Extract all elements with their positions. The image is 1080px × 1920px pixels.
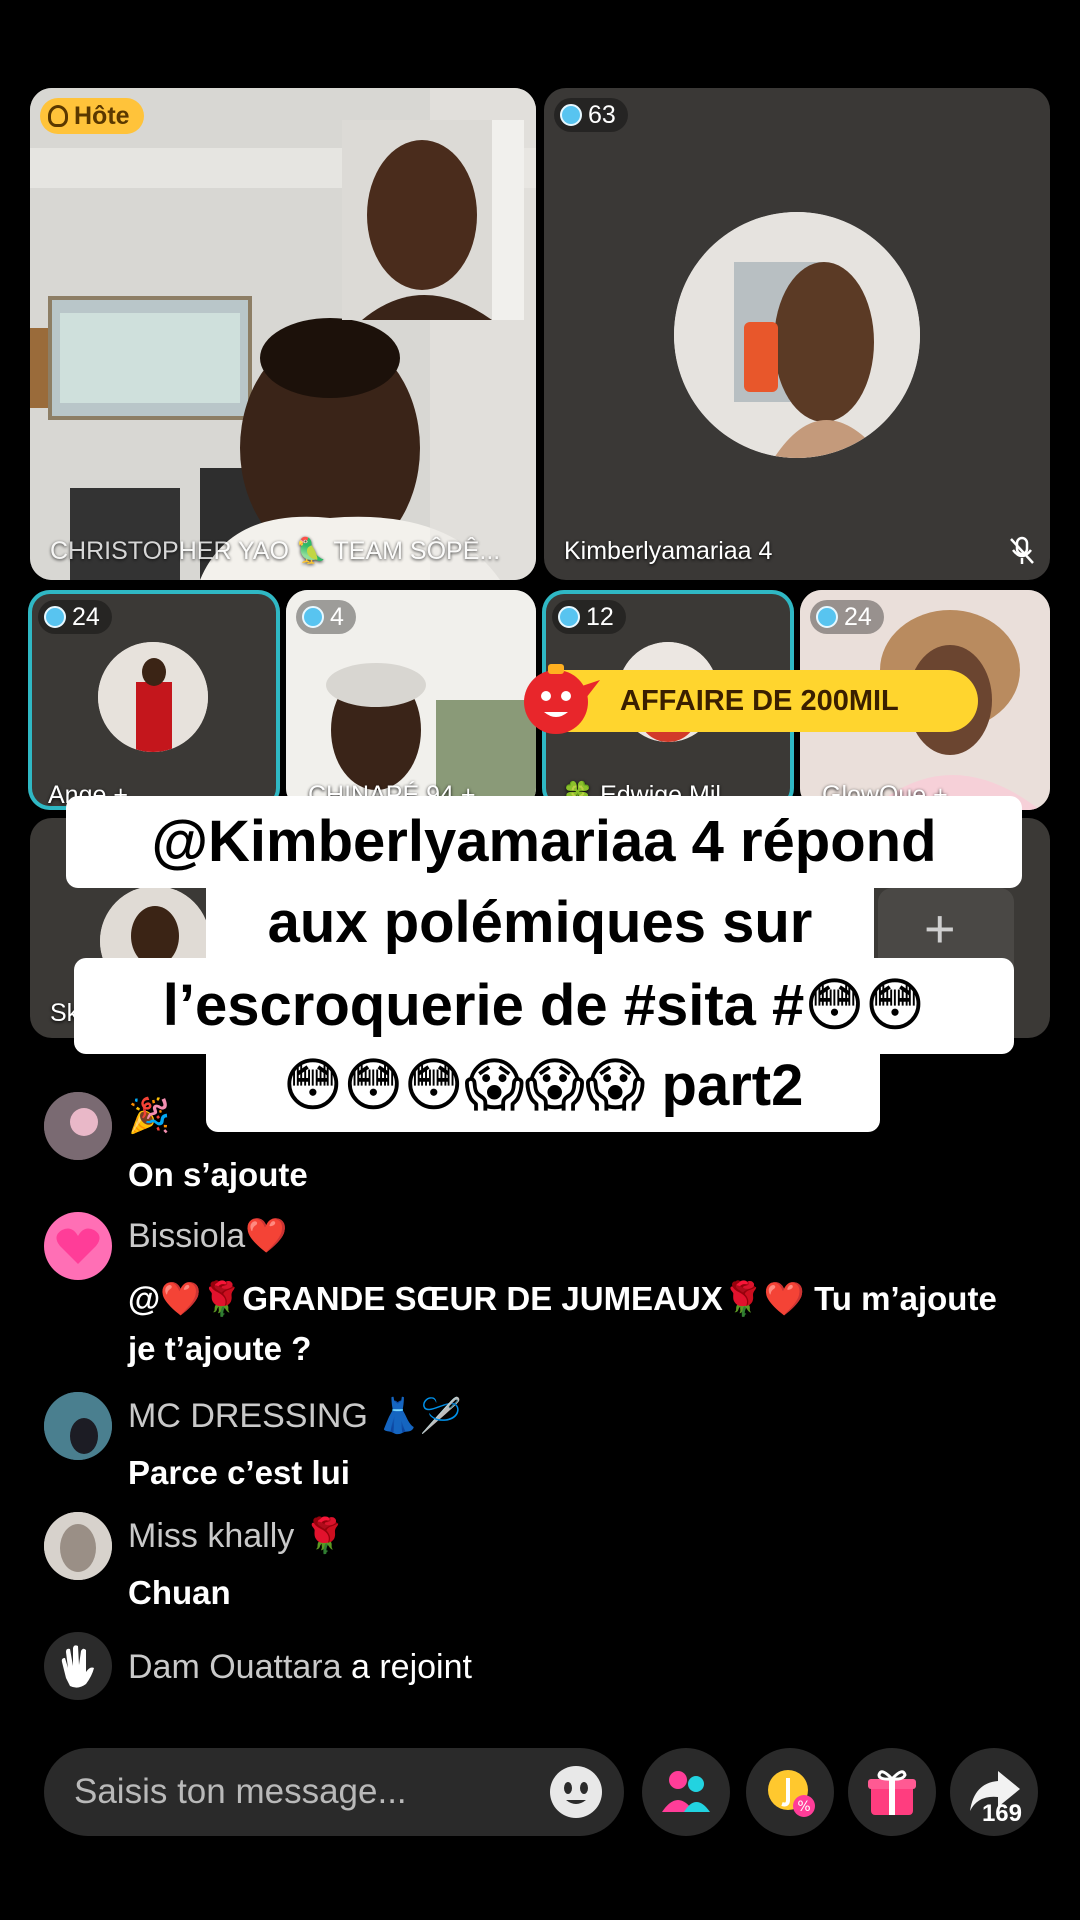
- comment-username: Miss khally 🌹: [128, 1517, 347, 1555]
- guests-button[interactable]: [642, 1748, 730, 1836]
- share-button[interactable]: 169: [950, 1748, 1038, 1836]
- comment-text: On s’ajoute: [128, 1156, 308, 1193]
- small-tile-count: 4: [330, 602, 344, 631]
- user-avatar-photo: [44, 1392, 112, 1460]
- user-avatar-photo: [44, 1092, 112, 1160]
- title-line-1: @Kimberlyamariaa 4 répond: [66, 796, 1022, 888]
- join-username: Dam Ouattara: [128, 1648, 342, 1686]
- wave-hand-icon: [44, 1632, 112, 1700]
- plus-icon: +: [924, 899, 956, 959]
- user-avatar: [44, 1392, 112, 1460]
- comment-item[interactable]: MC DRESSING 👗🪡 Parce c’est lui: [44, 1392, 1044, 1502]
- pip-video-scene: [342, 120, 524, 320]
- viewer-badge: 63: [554, 98, 628, 132]
- smiley-icon[interactable]: [548, 1764, 604, 1820]
- comment-item[interactable]: Bissiola❤️ @❤️🌹GRANDE SŒUR DE JUMEAUX🌹❤️…: [44, 1212, 1044, 1382]
- mic-off-icon: [1010, 536, 1034, 564]
- comment-item[interactable]: Miss khally 🌹 Chuan: [44, 1512, 1044, 1622]
- gem-icon: [44, 606, 66, 628]
- bottom-bar: % 169: [0, 1748, 1080, 1838]
- small-tile-badge: 24: [810, 600, 884, 634]
- message-input-container[interactable]: [44, 1748, 624, 1836]
- comment-text: Chuan: [128, 1574, 231, 1611]
- comment-text: Parce c’est lui: [128, 1454, 350, 1491]
- guest-avatar: [674, 212, 920, 458]
- small-tile-count: 24: [844, 602, 872, 631]
- host-badge-label: Hôte: [74, 101, 130, 130]
- small-tile-badge: 4: [296, 600, 356, 634]
- title-line-2: aux polémiques sur: [206, 880, 874, 966]
- small-tile-badge: 24: [38, 600, 112, 634]
- host-person-icon: [48, 105, 68, 127]
- host-badge: Hôte: [40, 98, 144, 134]
- gem-icon: [816, 606, 838, 628]
- svg-text:%: %: [797, 1799, 810, 1815]
- join-action: a rejoint: [341, 1648, 472, 1686]
- small-tile-avatar-photo: [98, 642, 208, 752]
- gift-icon: [868, 1770, 916, 1815]
- share-count: 169: [981, 1800, 1022, 1827]
- promo-label: AFFAIRE DE 200MIL: [620, 684, 899, 717]
- guest-name: Kimberlyamariaa 4: [564, 537, 773, 565]
- heart-icon: [56, 1228, 100, 1264]
- guests-icon: [662, 1771, 710, 1812]
- user-avatar: [44, 1092, 112, 1160]
- viewer-count: 63: [588, 100, 616, 129]
- small-tile-chinape[interactable]: 4 CHINAPÉ 94 +: [286, 590, 536, 810]
- comment-text: @❤️🌹GRANDE SŒUR DE JUMEAUX🌹❤️ Tu m’ajout…: [128, 1280, 997, 1367]
- user-avatar: [44, 1512, 112, 1580]
- mascot-icon: [524, 664, 600, 734]
- join-text: Dam Ouattara a rejoint: [128, 1648, 472, 1687]
- message-input[interactable]: [74, 1762, 514, 1822]
- gem-icon: [558, 606, 580, 628]
- coin-discount-button[interactable]: %: [746, 1748, 834, 1836]
- host-video-tile[interactable]: Hôte CHRISTOPHER YAO 🦜 TEAM SÔPÊ...: [30, 88, 536, 580]
- comment-username: Bissiola❤️: [128, 1217, 288, 1255]
- small-tile-count: 12: [586, 602, 614, 631]
- guest-tile-kimberly[interactable]: 63 Kimberlyamariaa 4: [544, 88, 1050, 580]
- heart-avatar-icon: [44, 1212, 112, 1280]
- small-tile-badge: 12: [552, 600, 626, 634]
- coin-discount-icon: %: [768, 1770, 815, 1817]
- small-tile-count: 24: [72, 602, 100, 631]
- guest-avatar-photo: [674, 212, 920, 458]
- pip-video[interactable]: [342, 120, 524, 320]
- host-name: CHRISTOPHER YAO 🦜 TEAM SÔPÊ...: [50, 537, 501, 565]
- join-event: Dam Ouattara a rejoint: [44, 1632, 1044, 1704]
- comment-username: MC DRESSING 👗🪡: [128, 1397, 463, 1435]
- comment-username: 🎉: [128, 1097, 171, 1135]
- small-tile-avatar: [98, 642, 208, 752]
- gem-icon: [302, 606, 324, 628]
- comment-item[interactable]: 🎉 On s’ajoute: [44, 1092, 1044, 1202]
- small-tile-ange[interactable]: 24 Ange +: [28, 590, 280, 810]
- gem-icon: [560, 104, 582, 126]
- user-avatar-photo: [44, 1512, 112, 1580]
- gift-button[interactable]: [848, 1748, 936, 1836]
